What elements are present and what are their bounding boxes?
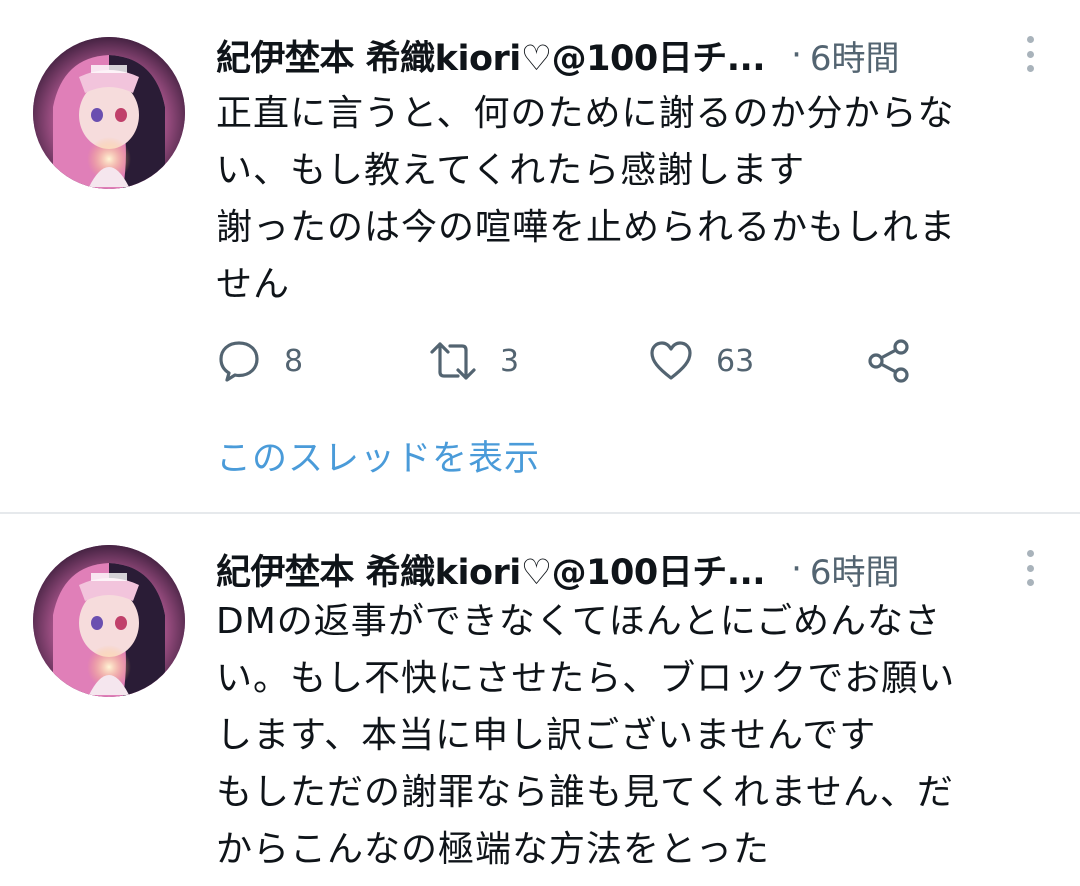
tweet-text-line: 正直に言うと、何のために謝るのか分からな (216, 93, 955, 134)
tweet-text-line: い、もし教えてくれたら感謝します (216, 150, 806, 191)
tweet-text: DMの返事ができなくてほんとにごめんなさ い。もし不快にさせたら、ブロックでお願… (216, 593, 1046, 878)
vertical-ellipsis-icon[interactable] (1024, 550, 1036, 586)
tweet-text-line: 謝ったのは今の喧嘩を止められるかもしれま (216, 207, 957, 248)
share-nodes-icon (868, 339, 909, 383)
tweet-header: 紀伊埜本 希織kiori♡@100日チ... · 6時間 (216, 30, 1080, 81)
separator-dot: · (791, 35, 802, 75)
separator-dot: · (791, 549, 802, 589)
tweet-header: 紀伊埜本 希織kiori♡@100日チ... · 6時間 (216, 544, 1080, 595)
tweet-text-line: せん (216, 264, 291, 305)
retweet-arrows-icon (430, 342, 476, 380)
display-name[interactable]: 紀伊埜本 希織kiori♡@100日チ... (216, 30, 766, 81)
vertical-ellipsis-icon[interactable] (1024, 36, 1036, 72)
tweet-text-line: DMの返事ができなくてほんとにごめんなさ (216, 601, 941, 642)
retweet-button[interactable]: 3 (428, 337, 519, 385)
share-button[interactable] (866, 337, 912, 385)
like-button[interactable]: 63 (648, 337, 754, 385)
timestamp[interactable]: 6時間 (810, 31, 900, 80)
avatar[interactable] (33, 545, 185, 697)
show-thread-link[interactable]: このスレッドを表示 (216, 430, 540, 481)
avatar[interactable] (33, 37, 185, 189)
display-name[interactable]: 紀伊埜本 希織kiori♡@100日チ... (216, 544, 766, 595)
tweet-text-line: もしただの謝罪なら誰も見てくれません、だ (216, 772, 954, 813)
tweet-text-line: い。もし不快にさせたら、ブロックでお願い (216, 658, 956, 699)
timestamp[interactable]: 6時間 (810, 545, 900, 594)
tweet-actions: 8 3 63 (216, 337, 936, 385)
tweet-text-line: します、本当に申し訳ございませんです (216, 715, 877, 756)
tweet[interactable]: 紀伊埜本 希織kiori♡@100日チ... · 6時間 DMの返事ができなくて… (0, 514, 1080, 886)
reply-button[interactable]: 8 (216, 337, 303, 385)
like-count: 63 (716, 343, 755, 379)
reply-count: 8 (284, 343, 304, 379)
tweet[interactable]: 紀伊埜本 希織kiori♡@100日チ... · 6時間 正直に言うと、何のため… (0, 0, 1080, 512)
heart-icon (650, 341, 692, 380)
comment-bubble-icon (219, 341, 259, 382)
retweet-count: 3 (500, 343, 520, 379)
timeline-feed: 紀伊埜本 希織kiori♡@100日チ... · 6時間 正直に言うと、何のため… (0, 0, 1080, 886)
tweet-text: 正直に言うと、何のために謝るのか分からな い、もし教えてくれたら感謝します 謝っ… (216, 85, 1046, 313)
tweet-text-line: からこんなの極端な方法をとった (216, 829, 770, 870)
